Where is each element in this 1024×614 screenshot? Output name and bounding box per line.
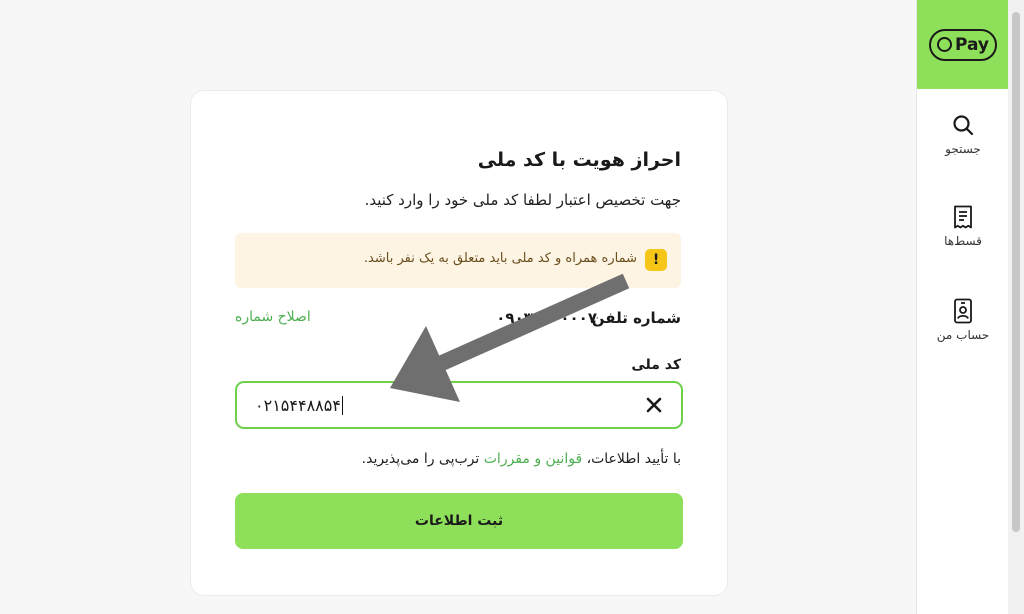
phone-value: ۰۹۰۳۵۰۰۰۰۰۷ <box>496 309 597 327</box>
page-title: احراز هویت با کد ملی <box>477 149 681 171</box>
warning-text: شماره همراه و کد ملی باید متعلق به یک نف… <box>363 251 637 266</box>
logo-ring-icon <box>936 37 952 52</box>
phone-label: شماره تلفن <box>591 309 681 327</box>
clear-input-icon[interactable] <box>643 394 665 416</box>
scrollbar-thumb[interactable] <box>1012 12 1020 532</box>
sidebar-item-account[interactable]: حساب من <box>917 298 1009 358</box>
identity-verification-card: احراز هویت با کد ملی جهت تخصیص اعتبار لط… <box>190 90 728 596</box>
sidebar-item-label: قسط‌ها <box>944 234 982 248</box>
search-icon <box>950 112 976 138</box>
sidebar-item-installments[interactable]: قسط‌ها <box>917 204 1009 264</box>
national-id-input[interactable]: ۰۲۱۵۴۴۸۸۵۴ <box>235 381 683 429</box>
logo-text: Pay <box>954 34 990 55</box>
sidebar-item-label: حساب من <box>936 328 990 342</box>
page-scrollbar[interactable] <box>1008 0 1024 614</box>
logo-pill: Pay <box>929 28 997 61</box>
terms-suffix: ترب‌پی را می‌پذیرید. <box>361 451 480 467</box>
terms-link[interactable]: قوانین و مقررات <box>484 451 582 467</box>
sidebar: Pay جستجو قسط‌ها حساب من <box>916 0 1009 614</box>
edit-phone-link[interactable]: اصلاح شماره <box>235 309 311 325</box>
warning-icon: ! <box>645 249 667 271</box>
page-subtitle: جهت تخصیص اعتبار لطفا کد ملی خود را وارد… <box>364 191 681 209</box>
terms-prefix: با تأیید اطلاعات، <box>586 451 681 467</box>
brand-logo[interactable]: Pay <box>917 0 1009 89</box>
terms-text: با تأیید اطلاعات، قوانین و مقررات ترب‌پی… <box>362 451 681 467</box>
warning-banner: ! شماره همراه و کد ملی باید متعلق به یک … <box>235 233 681 288</box>
receipt-icon <box>950 204 976 230</box>
national-id-label: کد ملی <box>631 357 681 373</box>
sidebar-item-search[interactable]: جستجو <box>917 112 1009 172</box>
submit-button[interactable]: ثبت اطلاعات <box>235 493 683 549</box>
sidebar-item-label: جستجو <box>945 142 981 156</box>
profile-card-icon <box>950 298 976 324</box>
national-id-value: ۰۲۱۵۴۴۸۸۵۴ <box>255 396 343 415</box>
